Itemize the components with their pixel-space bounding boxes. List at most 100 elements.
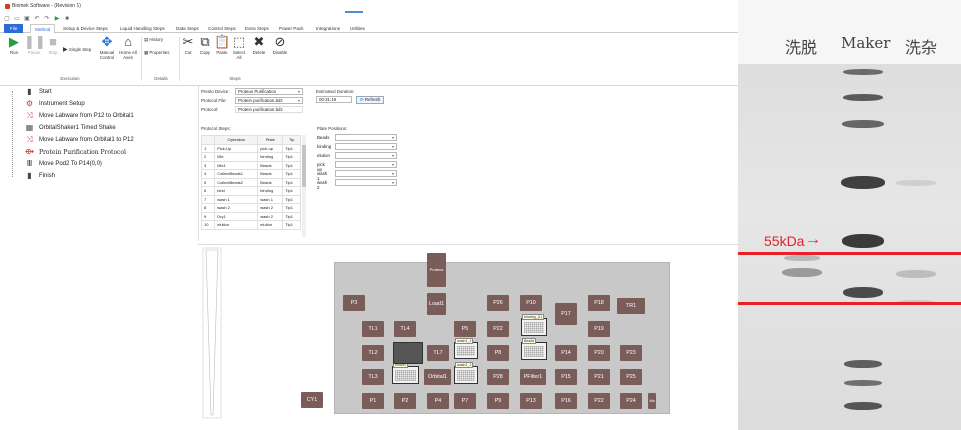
table-row[interactable]: 10 elution elution Tip1 bbox=[200, 220, 301, 230]
deck-position-cy1[interactable]: CY1 bbox=[301, 392, 323, 408]
deck-position-p26[interactable]: P26 bbox=[487, 295, 509, 311]
scrollbar-thumb[interactable] bbox=[302, 145, 306, 187]
new-icon[interactable]: ▢ bbox=[4, 16, 10, 22]
method-step-instrument-setup[interactable]: ⚙ Instrument Setup bbox=[24, 99, 85, 109]
table-row[interactable]: 9 Dry1 wash 2 Tip1 bbox=[200, 211, 301, 221]
tab-setup-device-steps[interactable]: Setup & Device Steps bbox=[63, 24, 108, 33]
copy-button[interactable]: ⧉ Copy bbox=[197, 35, 213, 55]
pause-button[interactable]: ❚❚ Pause bbox=[24, 35, 46, 55]
table-row[interactable]: 8 wash 2 wash 2 Tip1 bbox=[200, 203, 301, 213]
paste-button[interactable]: 📋 Paste bbox=[214, 35, 230, 55]
deck-position-p22-bottom[interactable]: P22 bbox=[588, 393, 610, 409]
method-step-move-labware-2[interactable]: ⤨ Move Labware from Orbital1 to P12 bbox=[24, 135, 133, 145]
deck-position-p3[interactable]: P3 bbox=[343, 295, 365, 311]
plate-position-select[interactable]: ▾ bbox=[335, 170, 397, 177]
method-step-move-pod[interactable]: Ⅲ Move Pod2 To P14(0,0) bbox=[24, 159, 102, 169]
estimated-duration-field[interactable]: 00:31:19 bbox=[316, 96, 352, 103]
labware-plate[interactable]: wash2_1 bbox=[454, 362, 478, 384]
tab-integrations[interactable]: Integrations bbox=[316, 24, 340, 33]
table-row[interactable]: 7 wash 1 wash 1 Tip1 bbox=[200, 194, 301, 204]
deck-position-p7[interactable]: P7 bbox=[454, 393, 476, 409]
select-all-button[interactable]: ⬚ Select All bbox=[231, 35, 247, 60]
deck-position-p2[interactable]: P2 bbox=[394, 393, 416, 409]
deck-position-tl7[interactable]: TL7 bbox=[427, 345, 449, 361]
cut-button[interactable]: ✂ Cut bbox=[181, 35, 195, 55]
stop-icon[interactable]: ■ bbox=[64, 16, 70, 22]
delete-button[interactable]: ✖ Delete bbox=[250, 35, 268, 55]
tab-liquid-handling-steps[interactable]: Liquid Handling Steps bbox=[120, 24, 165, 33]
deck-position-proteus[interactable]: Proteus bbox=[427, 253, 446, 287]
stop-button[interactable]: ■ Stop bbox=[44, 35, 62, 55]
deck-position-tl2[interactable]: TL2 bbox=[362, 345, 384, 361]
deck-position-pfilter1[interactable]: PFilter1 bbox=[520, 369, 546, 385]
run-icon[interactable]: ▶ bbox=[54, 16, 60, 22]
run-button[interactable]: ▶ Run bbox=[4, 35, 24, 55]
table-scrollbar[interactable] bbox=[302, 135, 306, 237]
method-step-move-labware-1[interactable]: ⤨ Move Labware from P12 to Orbital1 bbox=[24, 111, 133, 121]
deck-position-p10[interactable]: P10 bbox=[520, 295, 542, 311]
deck-position-tl4[interactable]: TL4 bbox=[394, 321, 416, 337]
method-step-protocol[interactable]: ⟴ Protein Purification Protocol bbox=[24, 147, 126, 157]
table-row[interactable]: 3 Mix1 Beads Tip1 bbox=[200, 160, 301, 170]
tab-utilities[interactable]: Utilities bbox=[350, 24, 365, 33]
labware-plate[interactable]: binding_(1) bbox=[521, 314, 547, 336]
method-step-start[interactable]: ▮ Start bbox=[24, 87, 51, 97]
deck-position-p9[interactable]: P9 bbox=[487, 393, 509, 409]
refresh-button[interactable]: ⟳ Refresh bbox=[356, 95, 385, 104]
manual-control-button[interactable]: ✥ Manual Control bbox=[97, 35, 117, 60]
plate-position-select[interactable]: ▾ bbox=[335, 161, 397, 168]
deck-position-orbital1[interactable]: Orbital1 bbox=[424, 369, 451, 385]
redo-icon[interactable]: ↷ bbox=[44, 16, 50, 22]
tab-data-steps[interactable]: Data Steps bbox=[176, 24, 199, 33]
table-row[interactable]: 2 Mix binding Tip1 bbox=[200, 152, 301, 162]
deck-position-p24[interactable]: P24 bbox=[620, 393, 642, 409]
deck-position-p22[interactable]: P22 bbox=[487, 321, 509, 337]
protocol-file-select[interactable]: Protein purification.bdz ▾ bbox=[235, 97, 303, 104]
tab-power-pack[interactable]: Power Pack bbox=[279, 24, 304, 33]
labware-plate[interactable]: Beads bbox=[521, 338, 547, 360]
tab-control-steps[interactable]: Control Steps bbox=[208, 24, 236, 33]
table-row[interactable]: 1 Pick-Up pick up Tip1 bbox=[200, 143, 301, 153]
deck-position-p19[interactable]: P19 bbox=[588, 321, 610, 337]
labware-plate[interactable]: wash1_1 bbox=[454, 338, 478, 359]
deck-position-load1[interactable]: Load1 bbox=[427, 293, 446, 315]
deck-position-p25[interactable]: P25 bbox=[620, 369, 642, 385]
tab-method[interactable]: Method bbox=[30, 24, 56, 33]
open-icon[interactable]: ▭ bbox=[14, 16, 20, 22]
single-step-button[interactable]: ▶ Single Step bbox=[63, 47, 97, 53]
deck-position-p21[interactable]: P21 bbox=[588, 369, 610, 385]
deck-position-p13[interactable]: P13 bbox=[520, 393, 542, 409]
plate-position-select[interactable]: ▾ bbox=[335, 143, 397, 150]
deck-position-tr1[interactable]: TR1 bbox=[617, 298, 645, 314]
deck-position-p17[interactable]: P17 bbox=[555, 303, 577, 325]
home-all-axes-button[interactable]: ⌂ Home All Axes bbox=[117, 35, 139, 60]
save-icon[interactable]: ▣ bbox=[24, 16, 30, 22]
deck-position-p5[interactable]: P5 bbox=[454, 321, 476, 337]
properties-button[interactable]: ▦ Properties bbox=[144, 50, 178, 55]
table-row[interactable]: 5 CollectBeads2 Beads Tip1 bbox=[200, 177, 301, 187]
tab-extra-steps[interactable]: Extra Steps bbox=[245, 24, 269, 33]
deck-position-p15[interactable]: P15 bbox=[555, 369, 577, 385]
deck-position-p4[interactable]: P4 bbox=[427, 393, 449, 409]
plate-position-select[interactable]: ▾ bbox=[335, 134, 397, 141]
deck-position-tl3[interactable]: TL3 bbox=[362, 369, 384, 385]
deck-position-p20[interactable]: P20 bbox=[588, 345, 610, 361]
preset-device-select[interactable]: Proteus Purification ▾ bbox=[235, 88, 303, 95]
disable-button[interactable]: ⊘ Disable bbox=[270, 35, 290, 55]
method-step-finish[interactable]: ▮ Finish bbox=[24, 171, 55, 181]
tip-rack[interactable] bbox=[393, 342, 423, 364]
plate-position-select[interactable]: ▾ bbox=[335, 152, 397, 159]
deck-position-tl1[interactable]: TL1 bbox=[362, 321, 384, 337]
table-row[interactable]: 4 CollectBeads1 Beads Tip1 bbox=[200, 169, 301, 179]
deck-position-p14[interactable]: P14 bbox=[555, 345, 577, 361]
deck-position-waste[interactable]: Wa bbox=[648, 393, 656, 409]
deck-position-p8[interactable]: P8 bbox=[487, 345, 509, 361]
deck-position-p1[interactable]: P1 bbox=[362, 393, 384, 409]
tab-file[interactable]: File bbox=[4, 24, 24, 33]
table-row[interactable]: 6 bind binding Tip1 bbox=[200, 186, 301, 196]
undo-icon[interactable]: ↶ bbox=[34, 16, 40, 22]
deck-position-p18[interactable]: P18 bbox=[588, 295, 610, 311]
deck-position-p16[interactable]: P16 bbox=[555, 393, 577, 409]
history-button[interactable]: ▤ History bbox=[144, 37, 174, 42]
deck-position-p23[interactable]: P23 bbox=[620, 345, 642, 361]
